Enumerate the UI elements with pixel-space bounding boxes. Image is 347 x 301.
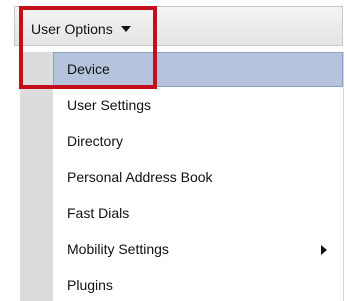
menu-item-personal-address-book[interactable]: Personal Address Book (53, 160, 343, 195)
user-options-menu-screenshot: User Options Device User Settings Direct… (0, 0, 347, 301)
user-options-dropdown: Device User Settings Directory Personal … (20, 52, 344, 301)
menu-item-label: Plugins (67, 277, 113, 293)
menu-item-mobility-settings[interactable]: Mobility Settings (53, 232, 343, 267)
menu-item-label: Fast Dials (67, 205, 130, 221)
menu-item-plugins[interactable]: Plugins (53, 268, 343, 301)
menu-item-user-settings[interactable]: User Settings (53, 88, 343, 123)
menu-gutter (20, 52, 53, 301)
submenu-arrow-icon (321, 245, 327, 255)
menu-item-label: Personal Address Book (67, 169, 213, 185)
menu-item-label: User Settings (67, 97, 152, 113)
menu-item-directory[interactable]: Directory (53, 124, 343, 159)
menu-item-fast-dials[interactable]: Fast Dials (53, 196, 343, 231)
red-callout-box (19, 6, 157, 89)
menu-item-label: Directory (67, 133, 124, 149)
menu-item-label: Mobility Settings (67, 241, 169, 257)
